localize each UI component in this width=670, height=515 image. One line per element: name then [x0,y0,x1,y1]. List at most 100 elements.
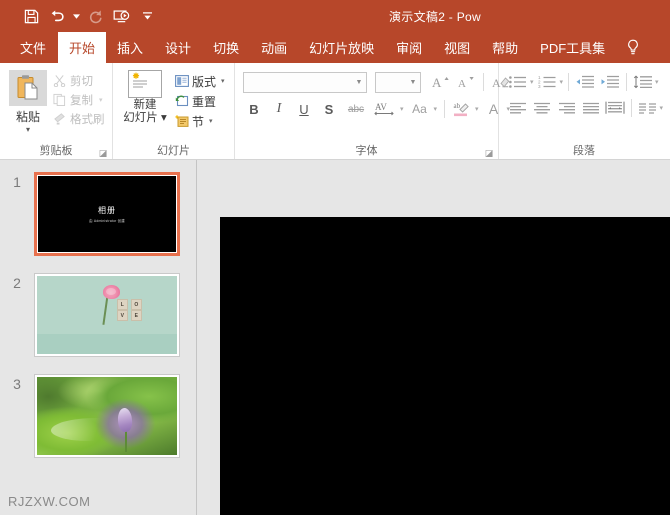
slide-number-1: 1 [0,172,34,190]
numbering-dropdown-icon[interactable]: ▾ [560,78,564,86]
slide-number-3: 3 [0,374,34,392]
font-name-dropdown-icon[interactable]: ▼ [352,79,366,86]
copy-button: 复制 ▾ [53,90,105,109]
new-slide-label-line2: 幻灯片 [123,112,158,124]
bold-button[interactable]: B [243,98,265,120]
bullets-button[interactable] [506,71,530,93]
clipboard-group-label: 剪贴板 ◪ [0,144,112,159]
slide-thumbnail-1[interactable]: 相册 由 Administrator 创建 [34,172,180,256]
slide-1-subtitle: 由 Administrator 创建 [89,218,125,223]
tab-review[interactable]: 审阅 [385,32,433,63]
ribbon-group-font: ▼ ▼ A A [235,63,499,159]
font-dialog-launcher-icon[interactable]: ◪ [484,148,494,158]
text-shadow-button[interactable]: S [318,98,340,120]
slide-thumbnail-3[interactable] [34,374,180,458]
slide-canvas[interactable] [220,217,670,515]
columns-button[interactable] [636,97,659,119]
font-size-combobox[interactable]: ▼ [375,72,421,93]
slide-edit-area[interactable] [196,160,670,515]
paragraph-group-label: 段落 [499,144,669,159]
layout-label: 版式 [192,73,216,90]
tab-home[interactable]: 开始 [58,32,106,63]
reset-button[interactable]: 重置 [175,91,225,111]
new-slide-button[interactable]: 新建 幻灯片 ▾ [118,67,172,125]
columns-dropdown-icon[interactable]: ▾ [660,104,664,112]
ribbon-tab-bar: 文件 开始 插入 设计 切换 动画 幻灯片放映 审阅 视图 帮助 PDF工具集 [0,32,670,63]
align-left-button[interactable] [506,97,529,119]
underline-button[interactable]: U [293,98,315,120]
tab-slideshow[interactable]: 幻灯片放映 [298,32,385,63]
layout-button[interactable]: 版式 ▾ [175,71,225,91]
slide-3-content [37,377,177,455]
panel-divider[interactable] [196,160,197,515]
new-slide-label: 新建 幻灯片 ▾ [123,99,166,125]
list-item[interactable]: 1 相册 由 Administrator 创建 [0,172,196,256]
redo-icon [82,3,108,29]
numbering-button[interactable]: 1 2 3 [536,71,560,93]
distributed-button[interactable] [604,97,627,119]
lightbulb-icon[interactable] [620,32,646,63]
slideshow-icon[interactable] [108,3,134,29]
slide-thumbnail-panel[interactable]: 1 相册 由 Administrator 创建 2 L O V E [0,160,196,515]
new-slide-dropdown-icon[interactable]: ▾ [158,112,167,124]
character-spacing-button[interactable]: AV [372,98,398,120]
align-center-button[interactable] [530,97,553,119]
slide-1-title: 相册 [98,205,116,216]
slide-2-tile-2: O [131,299,142,310]
font-group-label: 字体 ◪ [235,144,498,159]
highlight-color-dropdown-icon[interactable]: ▾ [475,105,479,113]
italic-button[interactable]: I [268,98,290,120]
tab-pdf-tools[interactable]: PDF工具集 [529,32,616,63]
list-item[interactable]: 3 [0,374,196,458]
strikethrough-button[interactable]: abc [343,98,369,120]
save-icon[interactable] [18,3,44,29]
tab-file[interactable]: 文件 [8,32,58,63]
tab-transitions[interactable]: 切换 [202,32,250,63]
paste-icon [9,70,47,106]
justify-button[interactable] [579,97,602,119]
slides-group-label: 幻灯片 [113,144,234,159]
font-name-combobox[interactable]: ▼ [243,72,367,93]
undo-dropdown-icon[interactable] [70,3,82,29]
paste-dropdown-icon[interactable]: ▾ [26,126,30,134]
slides-group-label-text: 幻灯片 [157,145,190,157]
layout-dropdown-icon[interactable]: ▾ [221,77,225,85]
paragraph-row-bottom: ▾ [506,95,664,121]
svg-text:3: 3 [538,84,541,89]
tab-view[interactable]: 视图 [433,32,481,63]
customize-qat-icon[interactable] [134,3,160,29]
align-right-button[interactable] [555,97,578,119]
decrease-font-size-button[interactable]: A [455,71,477,93]
slide-2-band [37,334,177,354]
font-separator-2 [444,100,445,118]
line-spacing-button[interactable] [631,71,655,93]
section-button[interactable]: 节 ▾ [175,111,225,131]
section-dropdown-icon[interactable]: ▾ [209,117,213,125]
tab-design[interactable]: 设计 [154,32,202,63]
cut-button: 剪切 [53,71,105,90]
change-case-button[interactable]: Aa [408,98,432,120]
bullets-dropdown-icon[interactable]: ▾ [530,78,534,86]
undo-icon[interactable] [44,3,70,29]
list-item[interactable]: 2 L O V E [0,273,196,357]
tab-insert[interactable]: 插入 [106,32,154,63]
tab-help[interactable]: 帮助 [481,32,529,63]
change-case-dropdown-icon[interactable]: ▾ [434,105,438,113]
slide-2-tile-1: L [117,299,128,310]
tab-animations[interactable]: 动画 [250,32,298,63]
paragraph-group-label-text: 段落 [573,145,595,157]
increase-font-size-button[interactable]: A [430,71,452,93]
slide-2-content: L O V E [37,276,177,354]
slide-2-tile-3: V [117,310,128,321]
increase-indent-button[interactable] [598,71,622,93]
font-group-label-text: 字体 [356,145,378,157]
character-spacing-dropdown-icon[interactable]: ▾ [400,105,404,113]
text-highlight-color-button[interactable]: ab [451,98,473,120]
slide-thumbnail-2[interactable]: L O V E [34,273,180,357]
font-size-dropdown-icon[interactable]: ▼ [406,79,420,86]
line-spacing-dropdown-icon[interactable]: ▾ [655,78,659,86]
decrease-indent-button[interactable] [573,71,597,93]
clipboard-dialog-launcher-icon[interactable]: ◪ [98,148,108,158]
layout-icon [175,74,189,88]
paste-button[interactable]: 粘贴 ▾ [5,67,51,134]
